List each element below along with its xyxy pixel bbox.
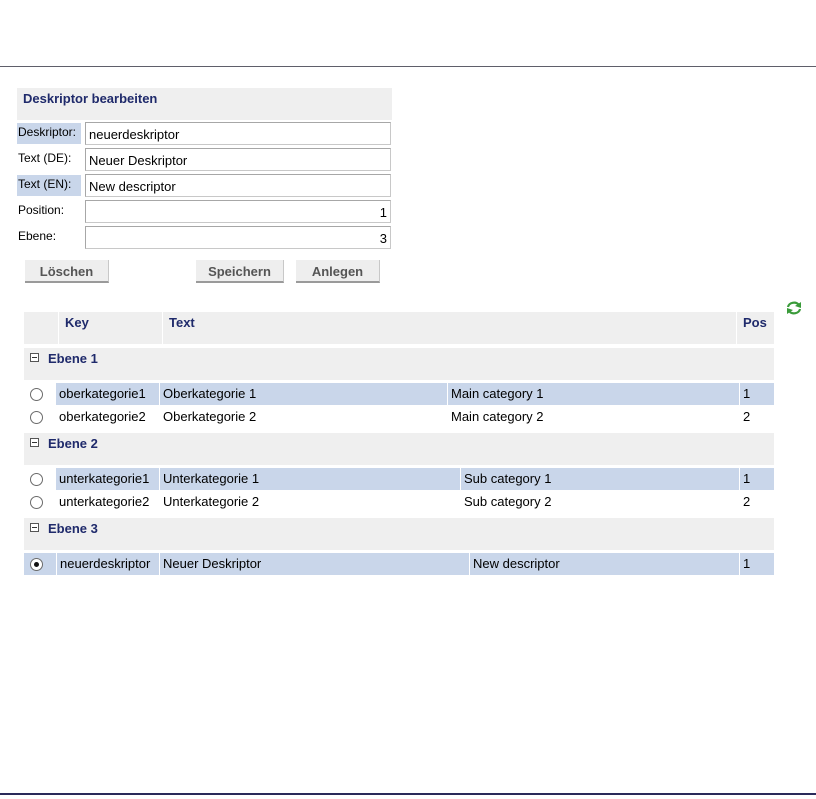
text-de-label: Text (DE):: [18, 151, 72, 165]
top-divider: [0, 66, 816, 67]
row-select-radio[interactable]: [30, 473, 43, 486]
group-label: Ebene 2: [48, 436, 98, 451]
descriptor-label: Deskriptor:: [17, 123, 81, 144]
position-input[interactable]: [85, 200, 391, 223]
key-column-header[interactable]: Key: [59, 312, 162, 344]
select-column-header: [24, 312, 58, 344]
group-label: Ebene 1: [48, 351, 98, 366]
text-en-input[interactable]: [85, 174, 391, 197]
text-en-cell: Sub category 1: [461, 468, 739, 490]
text-de-cell: Neuer Deskriptor: [160, 553, 469, 575]
table-row[interactable]: neuerdeskriptor Neuer Deskriptor New des…: [24, 553, 774, 575]
descriptor-editor-page: Deskriptor bearbeiten Deskriptor: Text (…: [0, 0, 816, 799]
pos-cell: 1: [740, 383, 774, 405]
bottom-divider: [0, 793, 816, 795]
key-cell: neuerdeskriptor: [57, 553, 159, 575]
text-de-cell: Oberkategorie 2: [163, 409, 257, 424]
text-de-cell: Unterkategorie 1: [160, 468, 460, 490]
text-de-cell: Unterkategorie 2: [163, 494, 260, 509]
pos-column-header[interactable]: Pos: [737, 312, 774, 344]
row-select-radio[interactable]: [30, 558, 43, 571]
group-row-ebene-1[interactable]: Ebene 1: [24, 348, 774, 380]
level-label: Ebene:: [18, 229, 57, 243]
key-cell: unterkategorie2: [59, 494, 150, 509]
group-row-ebene-3[interactable]: Ebene 3: [24, 518, 774, 550]
key-cell: oberkategorie2: [59, 409, 146, 424]
group-row-ebene-2[interactable]: Ebene 2: [24, 433, 774, 465]
table-row[interactable]: oberkategorie1 Oberkategorie 1 Main cate…: [24, 383, 774, 405]
delete-button[interactable]: Löschen: [25, 260, 109, 283]
text-en-cell: Main category 1: [448, 383, 739, 405]
table-row[interactable]: oberkategorie2 Oberkategorie 2 Main cate…: [24, 406, 774, 428]
row-select-radio[interactable]: [30, 496, 43, 509]
pos-cell: 1: [740, 553, 774, 575]
text-en-cell: Main category 2: [451, 409, 544, 424]
pos-cell: 1: [740, 468, 774, 490]
collapse-minus-icon[interactable]: [30, 438, 39, 447]
text-en-cell: Sub category 2: [464, 494, 552, 509]
pos-cell: 2: [743, 494, 751, 509]
text-en-cell: New descriptor: [470, 553, 739, 575]
row-select-radio[interactable]: [30, 411, 43, 424]
text-column-header[interactable]: Text: [163, 312, 736, 344]
collapse-minus-icon[interactable]: [30, 353, 39, 362]
save-button[interactable]: Speichern: [196, 260, 284, 283]
table-row[interactable]: unterkategorie2 Unterkategorie 2 Sub cat…: [24, 491, 774, 513]
pos-cell: 2: [743, 409, 751, 424]
text-de-cell: Oberkategorie 1: [160, 383, 447, 405]
create-button[interactable]: Anlegen: [296, 260, 380, 283]
form-title: Deskriptor bearbeiten: [17, 88, 392, 120]
level-input[interactable]: [85, 226, 391, 249]
key-cell: unterkategorie1: [56, 468, 159, 490]
text-de-input[interactable]: [85, 148, 391, 171]
collapse-minus-icon[interactable]: [30, 523, 39, 532]
table-row[interactable]: unterkategorie1 Unterkategorie 1 Sub cat…: [24, 468, 774, 490]
key-cell: oberkategorie1: [56, 383, 159, 405]
text-en-label: Text (EN):: [17, 175, 81, 196]
refresh-icon[interactable]: [785, 300, 803, 316]
descriptor-input[interactable]: [85, 122, 391, 145]
group-label: Ebene 3: [48, 521, 98, 536]
row-select-radio[interactable]: [30, 388, 43, 401]
position-label: Position:: [18, 203, 65, 217]
